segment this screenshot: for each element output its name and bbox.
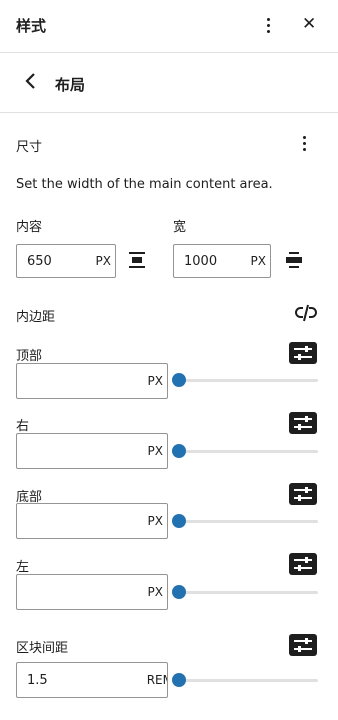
padding-bottom-input[interactable]: PX (16, 503, 168, 539)
content-width-unit[interactable]: PX (96, 254, 111, 268)
content-width-value: 650 (27, 254, 52, 269)
block-spacing-label: 区块间距 (16, 641, 69, 656)
padding-left-slider-thumb[interactable] (172, 585, 186, 599)
padding-top-input[interactable]: PX (16, 363, 168, 399)
padding-right-slider-track[interactable] (178, 450, 318, 453)
padding-top-slider-track[interactable] (178, 379, 318, 382)
wide-width-input[interactable]: 1000 PX (173, 244, 271, 278)
settings-icon[interactable] (289, 412, 317, 434)
padding-bottom-unit[interactable]: PX (148, 514, 163, 528)
panel-title: 样式 (16, 17, 47, 35)
justify-stretch-icon[interactable] (285, 251, 303, 269)
dimensions-options-icon[interactable] (294, 130, 314, 156)
settings-icon[interactable] (289, 342, 317, 364)
block-spacing-slider-track[interactable] (178, 679, 318, 682)
dimensions-description: Set the width of the main content area. (16, 177, 273, 192)
padding-left-label: 左 (16, 560, 30, 575)
wide-width-unit[interactable]: PX (251, 254, 266, 268)
block-spacing-value: 1.5 (27, 673, 48, 688)
padding-right-input[interactable]: PX (16, 433, 168, 469)
settings-icon[interactable] (289, 483, 317, 505)
wide-width-label: 宽 (173, 220, 187, 235)
block-spacing-unit[interactable]: REM (147, 673, 167, 687)
settings-icon[interactable] (289, 553, 317, 575)
padding-left-slider-track[interactable] (178, 591, 318, 594)
panel-header (0, 0, 338, 53)
padding-label: 内边距 (16, 310, 56, 325)
more-options-icon[interactable] (258, 12, 278, 38)
dimensions-title: 尺寸 (16, 140, 43, 155)
wide-width-value: 1000 (184, 254, 218, 269)
block-spacing-slider-thumb[interactable] (172, 673, 186, 687)
padding-top-slider-thumb[interactable] (172, 373, 186, 387)
padding-right-unit[interactable]: PX (148, 444, 163, 458)
close-icon[interactable]: ✕ (302, 13, 316, 35)
navigation-header (0, 52, 338, 113)
justify-center-icon[interactable] (128, 251, 146, 269)
content-width-input[interactable]: 650 PX (16, 244, 116, 278)
padding-right-label: 右 (16, 419, 30, 434)
settings-icon[interactable] (289, 634, 317, 656)
padding-left-unit[interactable]: PX (148, 585, 163, 599)
padding-bottom-slider-track[interactable] (178, 520, 318, 523)
unlink-icon[interactable] (294, 302, 318, 324)
block-spacing-input[interactable]: 1.5 REM (16, 662, 168, 698)
padding-bottom-slider-thumb[interactable] (172, 514, 186, 528)
navigation-title: 布局 (55, 76, 86, 94)
padding-top-unit[interactable]: PX (148, 374, 163, 388)
content-width-label: 内容 (16, 220, 43, 235)
chevron-left-icon[interactable] (24, 71, 38, 96)
padding-right-slider-thumb[interactable] (172, 444, 186, 458)
padding-left-input[interactable]: PX (16, 574, 168, 610)
padding-top-label: 顶部 (16, 349, 43, 364)
